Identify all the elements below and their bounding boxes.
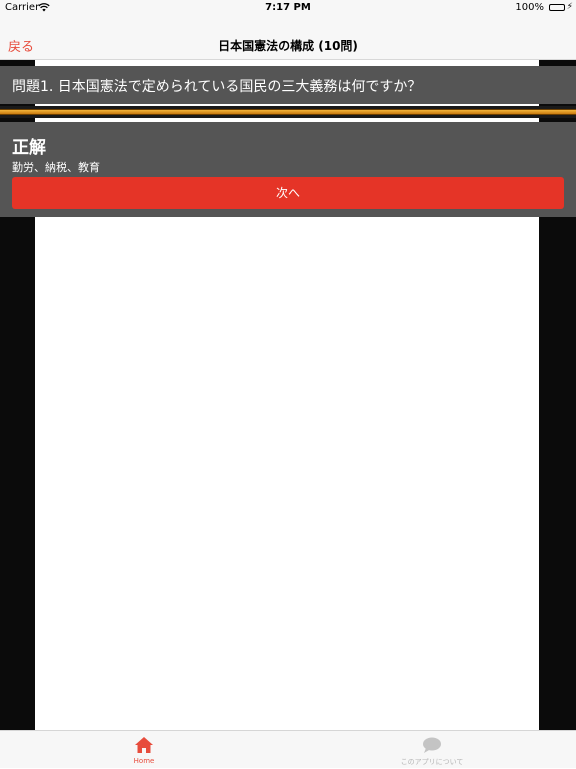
tab-home-label: Home bbox=[133, 757, 155, 765]
chat-bubble-icon bbox=[423, 737, 441, 753]
navigation-bar: 戻る 日本国憲法の構成 (10問) bbox=[0, 16, 576, 60]
next-button[interactable]: 次へ bbox=[12, 177, 564, 209]
answer-title: 正解 bbox=[12, 138, 46, 158]
status-bar: Carrier 7:17 PM 100% ⚡ bbox=[0, 0, 576, 16]
progress-fill bbox=[0, 109, 576, 115]
tab-about-app[interactable]: このアプリについて bbox=[392, 731, 472, 769]
answer-text: 勤労、納税、教育 bbox=[12, 161, 100, 174]
tab-about-app-label: このアプリについて bbox=[400, 758, 464, 766]
page-title: 日本国憲法の構成 (10問) bbox=[218, 39, 358, 53]
charging-icon: ⚡ bbox=[566, 2, 573, 12]
question-panel: 問題1. 日本国憲法で定められている国民の三大義務は何ですか？ bbox=[0, 66, 576, 104]
battery-percentage: 100% bbox=[515, 2, 544, 13]
battery-icon bbox=[549, 4, 565, 11]
tab-home[interactable]: Home bbox=[104, 731, 184, 769]
question-text: 問題1. 日本国憲法で定められている国民の三大義務は何ですか？ bbox=[12, 79, 422, 95]
tab-bar: Home このアプリについて bbox=[0, 730, 576, 768]
home-icon bbox=[135, 737, 153, 753]
progress-bar bbox=[0, 106, 576, 118]
clock: 7:17 PM bbox=[265, 2, 311, 13]
